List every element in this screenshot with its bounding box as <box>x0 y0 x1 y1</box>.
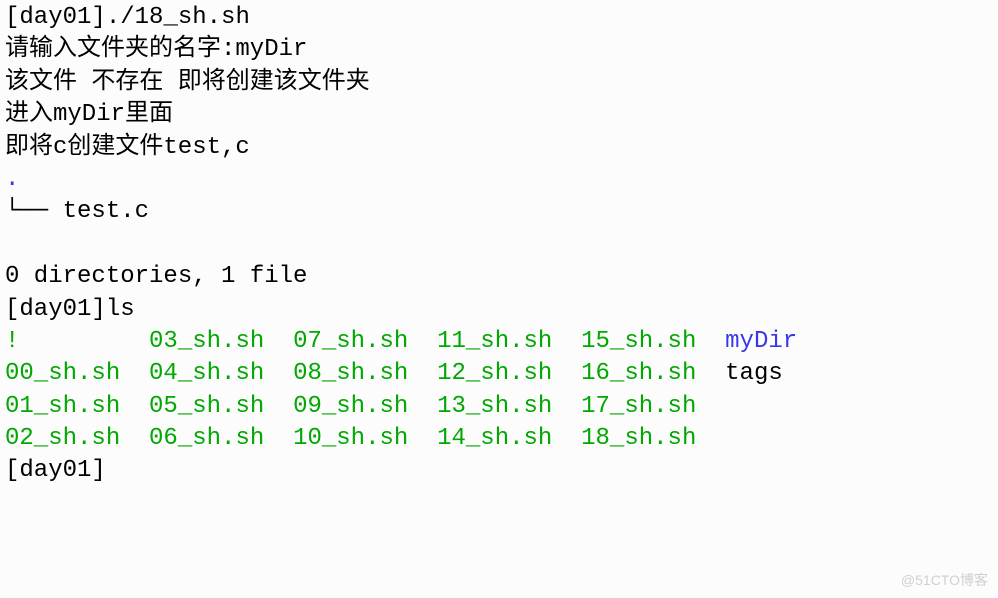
ls-item: 17_sh.sh <box>581 393 696 420</box>
tree-file: └── test.c <box>5 196 993 228</box>
ls-item: 08_sh.sh <box>293 360 408 387</box>
ls-row: 02_sh.sh 06_sh.sh 10_sh.sh 14_sh.sh 18_s… <box>5 423 993 455</box>
command: ./18_sh.sh <box>106 4 250 31</box>
command: ls <box>106 296 135 323</box>
ls-item: 13_sh.sh <box>437 393 552 420</box>
output-line: 请输入文件夹的名字:myDir <box>5 34 993 66</box>
ls-item: 11_sh.sh <box>437 328 552 355</box>
prompt: [day01] <box>5 457 106 484</box>
tree-root: . <box>5 164 993 196</box>
ls-item: 09_sh.sh <box>293 393 408 420</box>
ls-item: 04_sh.sh <box>149 360 264 387</box>
prompt: [day01] <box>5 4 106 31</box>
command-line-3[interactable]: [day01] <box>5 455 993 487</box>
ls-item: ! <box>5 328 120 355</box>
command-line-1: [day01]./18_sh.sh <box>5 2 993 34</box>
command-line-2: [day01]ls <box>5 294 993 326</box>
ls-item: 06_sh.sh <box>149 425 264 452</box>
ls-item-file: tags <box>725 360 783 387</box>
ls-item: 01_sh.sh <box>5 393 120 420</box>
ls-item: 15_sh.sh <box>581 328 696 355</box>
output-line: 即将c创建文件test,c <box>5 132 993 164</box>
ls-item: 00_sh.sh <box>5 360 120 387</box>
ls-item: 18_sh.sh <box>581 425 696 452</box>
ls-item: 05_sh.sh <box>149 393 264 420</box>
ls-item: 02_sh.sh <box>5 425 120 452</box>
output-line: 进入myDir里面 <box>5 99 993 131</box>
ls-item-dir: myDir <box>725 328 797 355</box>
ls-row: 01_sh.sh 05_sh.sh 09_sh.sh 13_sh.sh 17_s… <box>5 391 993 423</box>
ls-output: ! 03_sh.sh 07_sh.sh 11_sh.sh 15_sh.sh my… <box>5 326 993 456</box>
ls-item: 12_sh.sh <box>437 360 552 387</box>
ls-row: ! 03_sh.sh 07_sh.sh 11_sh.sh 15_sh.sh my… <box>5 326 993 358</box>
ls-item: 16_sh.sh <box>581 360 696 387</box>
blank-line <box>5 229 993 261</box>
prompt: [day01] <box>5 296 106 323</box>
watermark: @51CTO博客 <box>901 571 988 590</box>
ls-item: 14_sh.sh <box>437 425 552 452</box>
ls-item: 07_sh.sh <box>293 328 408 355</box>
ls-item: 10_sh.sh <box>293 425 408 452</box>
ls-row: 00_sh.sh 04_sh.sh 08_sh.sh 12_sh.sh 16_s… <box>5 358 993 390</box>
tree-summary: 0 directories, 1 file <box>5 261 993 293</box>
output-line: 该文件 不存在 即将创建该文件夹 <box>5 67 993 99</box>
ls-item: 03_sh.sh <box>149 328 264 355</box>
